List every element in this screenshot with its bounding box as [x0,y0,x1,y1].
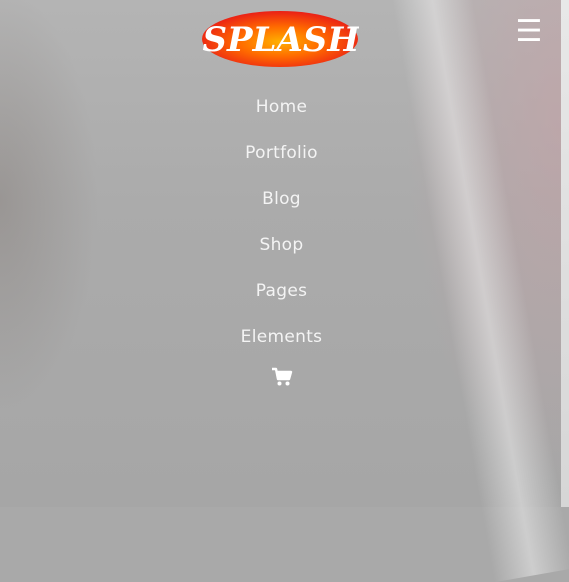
nav-list: Home Portfolio Blog Shop Pages Elements [0,84,563,360]
nav-item-shop: Shop [0,222,563,268]
nav-item-home: Home [0,84,563,130]
cart-button[interactable] [268,364,296,390]
nav-link-blog[interactable]: Blog [262,189,301,209]
logo-text: SPLASH [202,20,359,60]
nav-item-pages: Pages [0,268,563,314]
nav-link-portfolio[interactable]: Portfolio [245,143,318,163]
logo-graphic: SPLASH [202,11,361,67]
main-navigation: Home Portfolio Blog Shop Pages Elements [0,84,563,360]
nav-link-pages[interactable]: Pages [256,281,308,301]
splash-logo[interactable]: SPLASH [201,10,361,68]
nav-link-shop[interactable]: Shop [260,235,304,255]
nav-item-elements: Elements [0,314,563,360]
menu-toggle-button[interactable]: ☰ [510,14,548,50]
nav-item-portfolio: Portfolio [0,130,563,176]
hamburger-menu-icon: ☰ [515,14,543,49]
nav-item-blog: Blog [0,176,563,222]
shopping-cart-icon [272,367,293,386]
nav-link-home[interactable]: Home [256,97,307,117]
nav-link-elements[interactable]: Elements [241,327,323,347]
